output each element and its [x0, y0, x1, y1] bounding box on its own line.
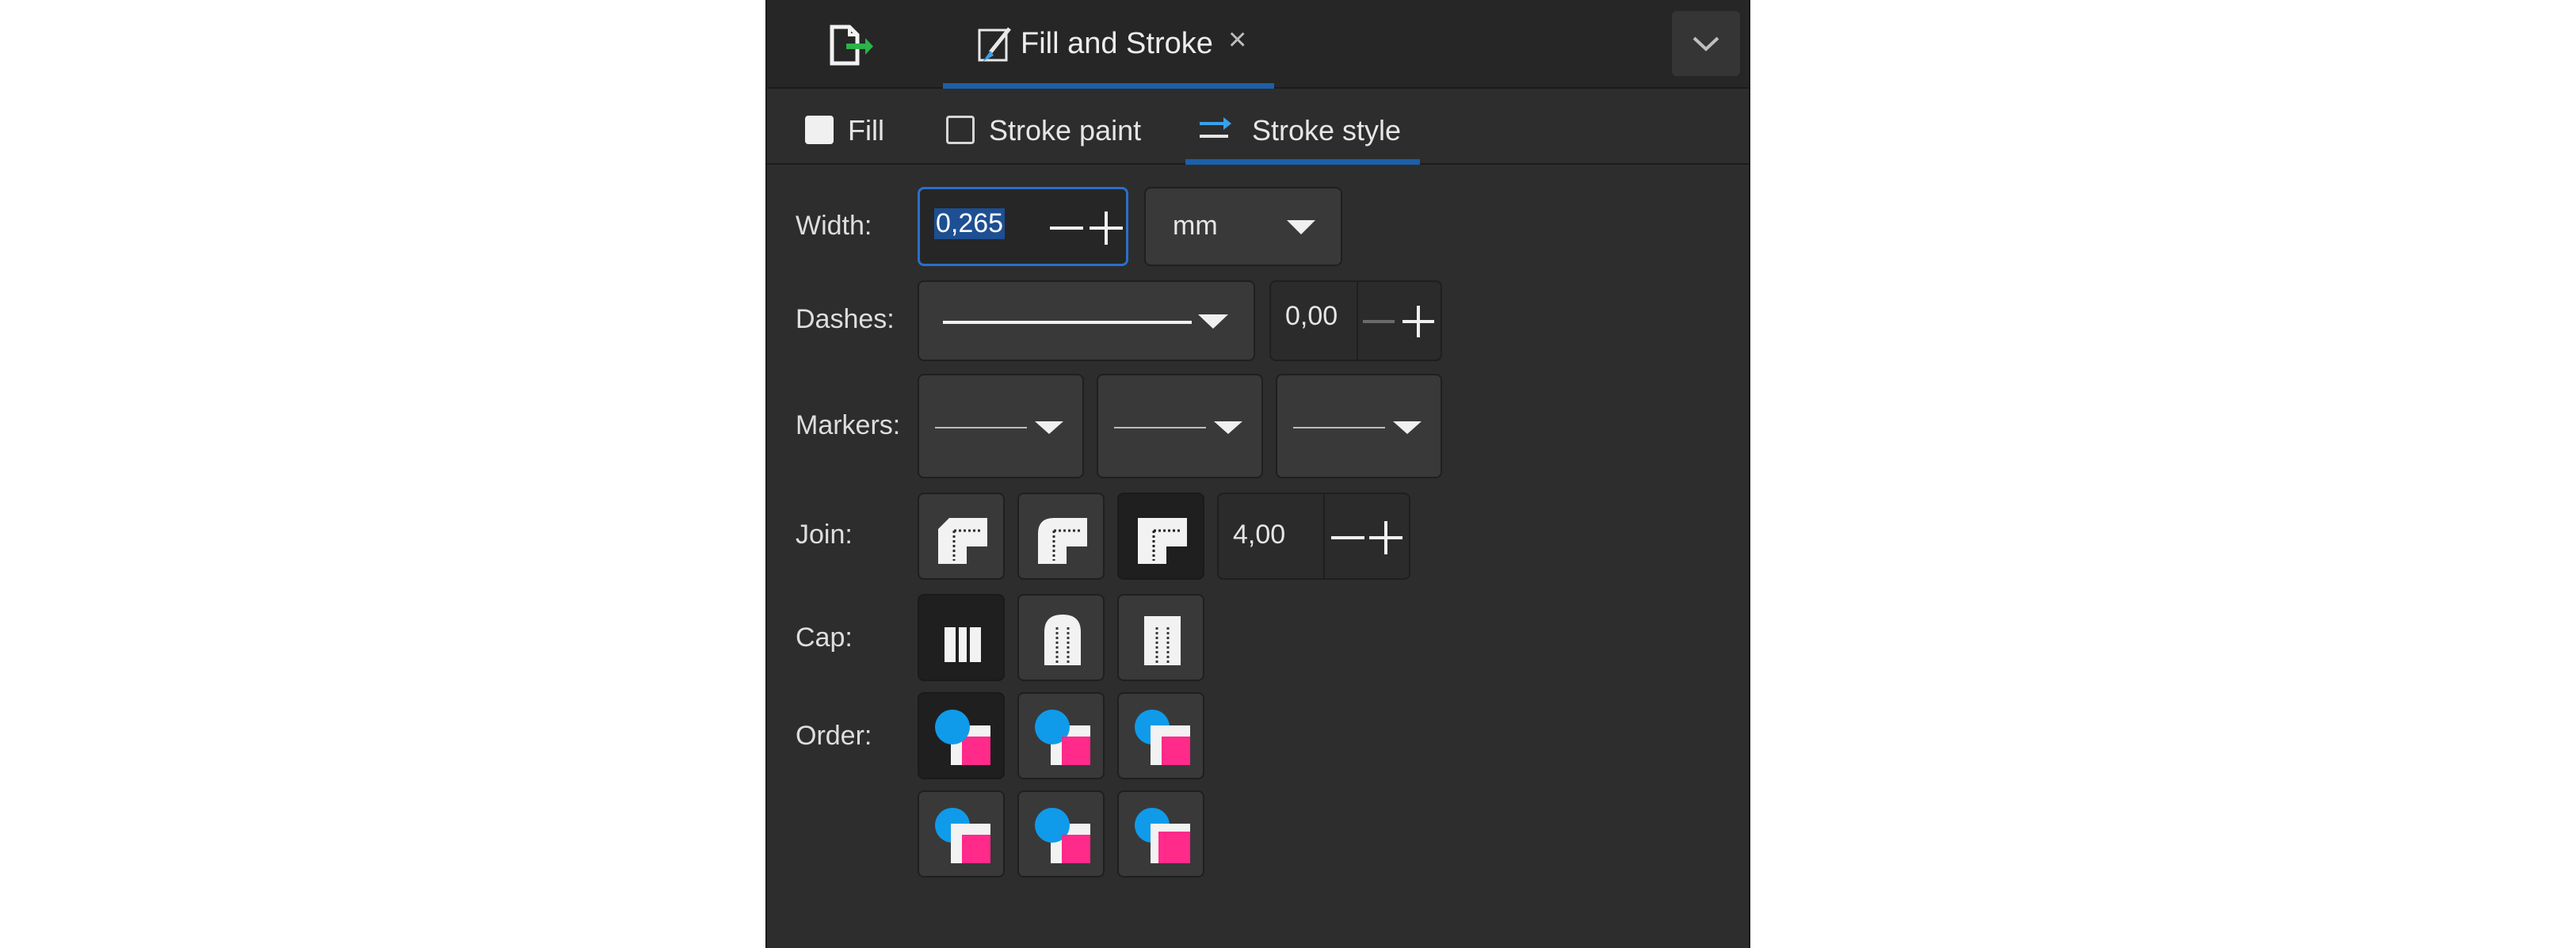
marker-preview: [1114, 421, 1242, 434]
paint-order-icon: [935, 710, 990, 765]
width-spinbox[interactable]: 0,265: [918, 187, 1128, 266]
order-option-1[interactable]: [918, 692, 1005, 779]
stroke-style-label: Stroke style: [1252, 114, 1402, 147]
fill-stroke-subtabs: Fill Stroke paint Stroke style: [767, 95, 1749, 165]
square-cap-icon: [1144, 616, 1181, 665]
order-option-6[interactable]: [1117, 790, 1204, 878]
fill-tab-checkbox-icon[interactable]: [805, 116, 834, 144]
spinbox-separator: [1323, 494, 1325, 578]
fill-and-stroke-panel: Fill and Stroke × Fill Stroke paint Stro…: [765, 0, 1750, 948]
square-cap-button[interactable]: [1117, 594, 1204, 681]
stroke-style-icon: [1200, 117, 1231, 138]
unit-value: mm: [1173, 211, 1218, 241]
minus-icon[interactable]: [1328, 518, 1368, 558]
start-marker-dropdown[interactable]: [918, 374, 1084, 478]
dashes-label: Dashes:: [796, 304, 895, 334]
butt-cap-icon: [945, 627, 981, 662]
miter-limit-input[interactable]: 4,00: [1233, 520, 1285, 550]
plus-icon[interactable]: [1401, 304, 1436, 339]
dash-offset-spinbox[interactable]: 0,00: [1269, 280, 1442, 361]
width-label: Width:: [796, 211, 872, 241]
spinbox-separator: [1357, 282, 1358, 360]
miter-limit-spinbox[interactable]: 4,00: [1217, 493, 1410, 580]
unit-dropdown[interactable]: mm: [1144, 187, 1342, 266]
miter-join-button[interactable]: [1117, 493, 1204, 580]
dock-tab-bar: Fill and Stroke ×: [767, 0, 1749, 89]
dash-offset-input[interactable]: 0,00: [1285, 301, 1338, 332]
paint-order-icon: [1135, 710, 1190, 765]
plus-icon[interactable]: [1086, 208, 1126, 248]
marker-preview: [1293, 421, 1422, 434]
order-option-3[interactable]: [1117, 692, 1204, 779]
paintbrush-icon: [978, 27, 1011, 62]
dash-pattern-preview: [943, 314, 1228, 329]
miter-join-icon: [1138, 518, 1187, 564]
round-join-icon: [1038, 518, 1087, 564]
tab-title: Fill and Stroke: [1021, 27, 1213, 60]
chevron-down-icon: [1693, 36, 1719, 51]
tab-fill[interactable]: Fill: [848, 114, 884, 147]
tab-fill-and-stroke[interactable]: Fill and Stroke ×: [943, 0, 1274, 89]
width-input[interactable]: 0,265: [934, 208, 1006, 239]
join-label: Join:: [796, 520, 853, 550]
document-export-icon: [830, 25, 873, 66]
minus-icon[interactable]: [1361, 304, 1396, 339]
stroke-paint-checkbox-icon[interactable]: [946, 116, 975, 144]
dash-pattern-dropdown[interactable]: [918, 280, 1255, 361]
marker-preview: [935, 421, 1063, 434]
paint-order-icon: [1135, 808, 1190, 863]
order-option-5[interactable]: [1017, 790, 1105, 878]
butt-cap-button[interactable]: [918, 594, 1005, 681]
document-export-tab[interactable]: [826, 24, 876, 68]
plus-icon[interactable]: [1366, 518, 1406, 558]
minus-icon[interactable]: [1047, 208, 1086, 248]
order-option-2[interactable]: [1017, 692, 1105, 779]
markers-label: Markers:: [796, 410, 901, 440]
dock-menu-button[interactable]: [1672, 11, 1740, 76]
round-cap-icon: [1044, 615, 1081, 665]
paint-order-icon: [1035, 710, 1090, 765]
end-marker-dropdown[interactable]: [1276, 374, 1442, 478]
tab-stroke-paint[interactable]: Stroke paint: [989, 114, 1141, 147]
order-label: Order:: [796, 721, 872, 751]
tab-stroke-style[interactable]: Stroke style: [1185, 95, 1420, 165]
cap-label: Cap:: [796, 622, 853, 653]
close-tab-button[interactable]: ×: [1228, 22, 1246, 58]
dropdown-arrow-icon: [1287, 220, 1315, 234]
round-join-button[interactable]: [1017, 493, 1105, 580]
round-cap-button[interactable]: [1017, 594, 1105, 681]
bevel-join-button[interactable]: [918, 493, 1005, 580]
mid-marker-dropdown[interactable]: [1097, 374, 1263, 478]
paint-order-icon: [935, 808, 990, 863]
order-option-4[interactable]: [918, 790, 1005, 878]
bevel-join-icon: [938, 518, 987, 564]
paint-order-icon: [1035, 808, 1090, 863]
